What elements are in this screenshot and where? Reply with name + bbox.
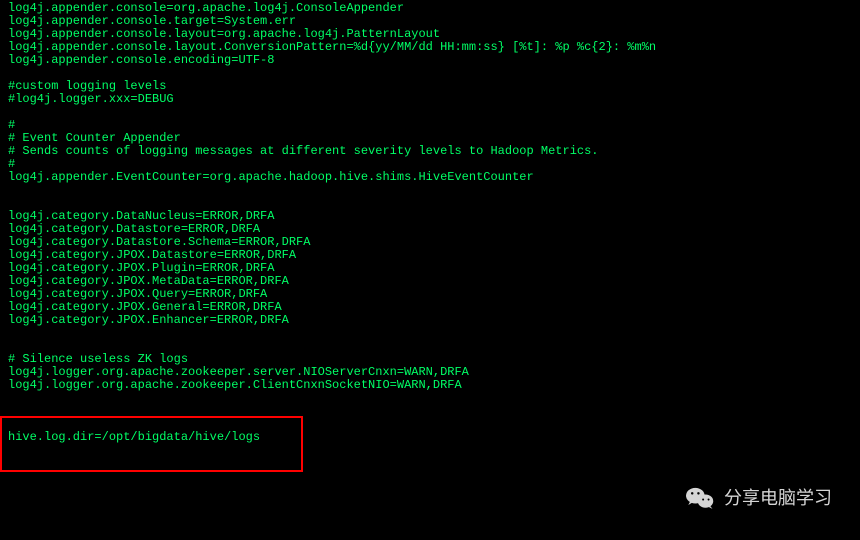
config-line <box>8 327 852 340</box>
wechat-icon <box>686 486 714 510</box>
config-line: log4j.category.JPOX.Enhancer=ERROR,DRFA <box>8 314 852 327</box>
config-line: log4j.appender.console.encoding=UTF-8 <box>8 54 852 67</box>
config-line: #log4j.logger.xxx=DEBUG <box>8 93 852 106</box>
terminal-output: log4j.appender.console=org.apache.log4j.… <box>0 0 860 446</box>
watermark: 分享电脑学习 <box>686 486 832 510</box>
config-line <box>8 405 852 418</box>
watermark-text: 分享电脑学习 <box>724 492 832 505</box>
config-line <box>8 184 852 197</box>
config-line: # Sends counts of logging messages at di… <box>8 145 852 158</box>
config-line: log4j.appender.EventCounter=org.apache.h… <box>8 171 852 184</box>
config-line: hive.log.dir=/opt/bigdata/hive/logs <box>8 431 852 444</box>
config-line <box>8 106 852 119</box>
config-line: log4j.logger.org.apache.zookeeper.Client… <box>8 379 852 392</box>
config-line <box>8 392 852 405</box>
